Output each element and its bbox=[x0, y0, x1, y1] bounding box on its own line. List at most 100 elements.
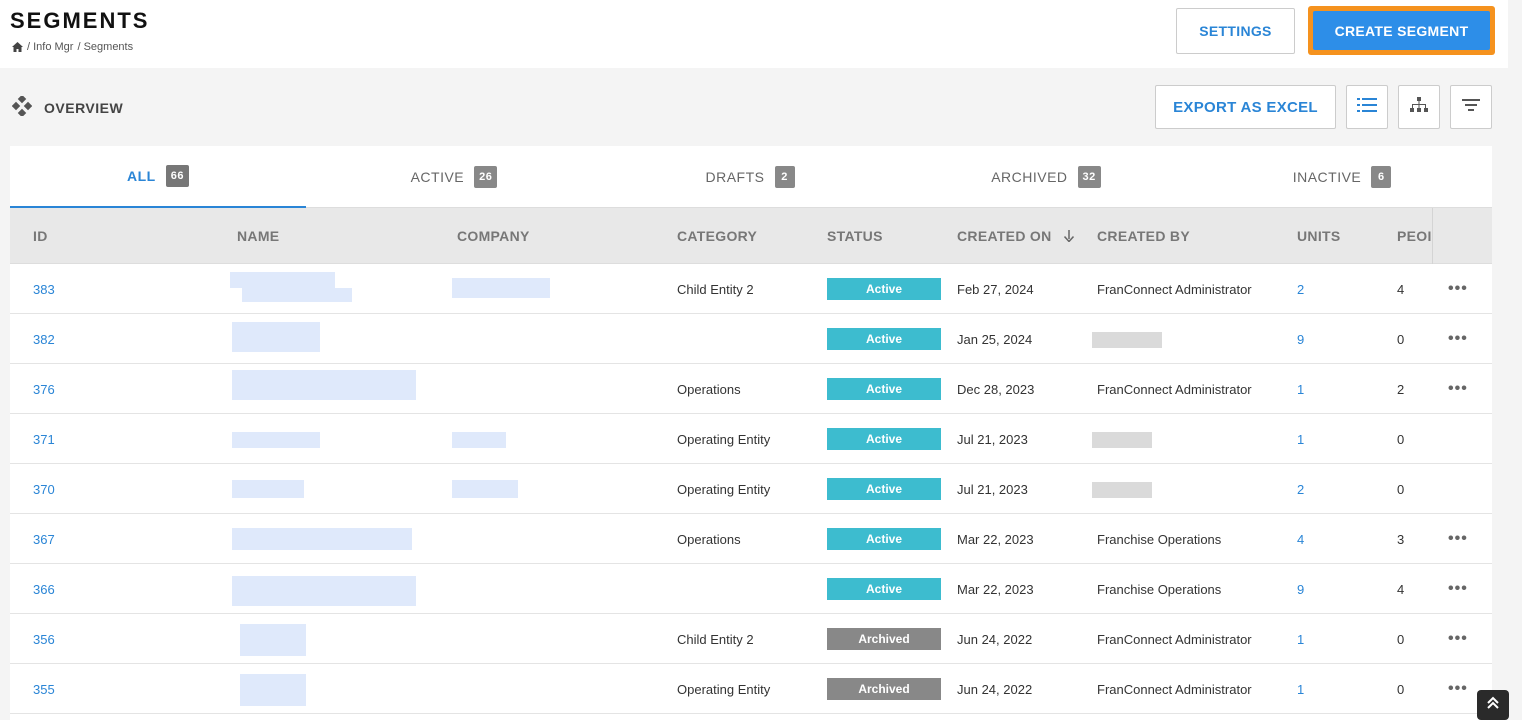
more-actions-icon[interactable]: ••• bbox=[1448, 664, 1468, 714]
tab-count-badge: 32 bbox=[1077, 166, 1101, 188]
status-badge: Archived bbox=[827, 628, 941, 650]
filter-button[interactable] bbox=[1450, 85, 1492, 129]
status-badge: Active bbox=[827, 328, 941, 350]
row-people: 0 bbox=[1397, 681, 1405, 697]
table-body: 383 Child Entity 2 Active Feb 27, 2024 F… bbox=[10, 264, 1492, 714]
row-created-by: FranConnect Administrator bbox=[1097, 381, 1252, 397]
redacted-name bbox=[232, 432, 320, 448]
tab-inactive[interactable]: INACTIVE 6 bbox=[1194, 146, 1490, 208]
status-badge: Active bbox=[827, 578, 941, 600]
row-units-link[interactable]: 2 bbox=[1297, 464, 1304, 514]
col-header-category[interactable]: CATEGORY bbox=[677, 208, 757, 264]
more-actions-icon[interactable]: ••• bbox=[1448, 364, 1468, 414]
table-row[interactable]: 371 Operating Entity Active Jul 21, 2023… bbox=[10, 414, 1492, 464]
row-category: Operating Entity bbox=[677, 481, 771, 497]
table-row[interactable]: 356 Child Entity 2 Archived Jun 24, 2022… bbox=[10, 614, 1492, 664]
scroll-to-top-button[interactable] bbox=[1477, 690, 1509, 720]
breadcrumb-info-mgr[interactable]: / Info Mgr bbox=[27, 41, 73, 53]
redacted-company bbox=[452, 480, 518, 498]
tab-count-badge: 26 bbox=[474, 166, 498, 188]
table-row[interactable]: 383 Child Entity 2 Active Feb 27, 2024 F… bbox=[10, 264, 1492, 314]
row-category: Child Entity 2 bbox=[677, 281, 754, 297]
row-units-link[interactable]: 1 bbox=[1297, 364, 1304, 414]
row-units-link[interactable]: 9 bbox=[1297, 564, 1304, 614]
settings-button[interactable]: SETTINGS bbox=[1176, 8, 1295, 54]
row-category: Operations bbox=[677, 531, 741, 547]
double-chevron-up-icon bbox=[1486, 696, 1500, 715]
table-header: ID NAME COMPANY CATEGORY STATUS CREATED … bbox=[10, 208, 1492, 264]
row-category: Operating Entity bbox=[677, 431, 771, 447]
col-header-status[interactable]: STATUS bbox=[827, 208, 883, 264]
row-units-link[interactable]: 1 bbox=[1297, 414, 1304, 464]
table-row[interactable]: 376 Operations Active Dec 28, 2023 FranC… bbox=[10, 364, 1492, 414]
sort-desc-icon[interactable] bbox=[1063, 230, 1074, 242]
row-units-link[interactable]: 1 bbox=[1297, 664, 1304, 714]
more-actions-icon[interactable]: ••• bbox=[1448, 264, 1468, 314]
redacted-company bbox=[452, 278, 550, 298]
row-people: 0 bbox=[1397, 481, 1405, 497]
list-view-button[interactable] bbox=[1346, 85, 1388, 129]
tab-archived[interactable]: ARCHIVED 32 bbox=[898, 146, 1194, 208]
col-header-id[interactable]: ID bbox=[33, 208, 48, 264]
col-header-created-on[interactable]: CREATED ON bbox=[957, 208, 1074, 264]
row-id-link[interactable]: 370 bbox=[33, 464, 55, 514]
create-segment-button[interactable]: CREATE SEGMENT bbox=[1313, 11, 1490, 50]
col-header-units[interactable]: UNITS bbox=[1297, 208, 1341, 264]
tab-all[interactable]: ALL 66 bbox=[10, 146, 306, 208]
row-id-link[interactable]: 366 bbox=[33, 564, 55, 614]
col-header-people[interactable]: PEOI bbox=[1397, 208, 1433, 264]
row-created-on: Jun 24, 2022 bbox=[957, 631, 1033, 647]
more-actions-icon[interactable]: ••• bbox=[1448, 514, 1468, 564]
table-row[interactable]: 382 Active Jan 25, 2024 9 0 ••• bbox=[10, 314, 1492, 364]
row-id-link[interactable]: 383 bbox=[33, 264, 55, 314]
tab-active[interactable]: ACTIVE 26 bbox=[306, 146, 602, 208]
col-header-created-by[interactable]: CREATED BY bbox=[1097, 208, 1190, 264]
row-category: Child Entity 2 bbox=[677, 631, 754, 647]
more-actions-icon[interactable]: ••• bbox=[1448, 314, 1468, 364]
row-created-by: FranConnect Administrator bbox=[1097, 631, 1252, 647]
row-id-link[interactable]: 367 bbox=[33, 514, 55, 564]
col-header-company[interactable]: COMPANY bbox=[457, 208, 530, 264]
overview-heading: OVERVIEW bbox=[11, 94, 123, 119]
tab-drafts[interactable]: DRAFTS 2 bbox=[602, 146, 898, 208]
row-created-on: Mar 22, 2023 bbox=[957, 531, 1034, 547]
row-id-link[interactable]: 376 bbox=[33, 364, 55, 414]
col-header-label: CREATED ON bbox=[957, 228, 1052, 244]
status-badge: Archived bbox=[827, 678, 941, 700]
segments-panel: ALL 66 ACTIVE 26 DRAFTS 2 ARCHIVED 32 IN… bbox=[10, 146, 1492, 720]
row-units-link[interactable]: 9 bbox=[1297, 314, 1304, 364]
home-icon[interactable] bbox=[12, 42, 23, 52]
row-units-link[interactable]: 2 bbox=[1297, 264, 1304, 314]
row-people: 4 bbox=[1397, 281, 1405, 297]
status-badge: Active bbox=[827, 278, 941, 300]
row-people: 2 bbox=[1397, 381, 1405, 397]
row-created-on: Dec 28, 2023 bbox=[957, 381, 1035, 397]
row-units-link[interactable]: 1 bbox=[1297, 614, 1304, 664]
table-row[interactable]: 367 Operations Active Mar 22, 2023 Franc… bbox=[10, 514, 1492, 564]
table-row[interactable]: 366 Active Mar 22, 2023 Franchise Operat… bbox=[10, 564, 1492, 614]
more-actions-icon[interactable]: ••• bbox=[1448, 614, 1468, 664]
row-created-on: Jul 21, 2023 bbox=[957, 481, 1028, 497]
more-actions-icon[interactable]: ••• bbox=[1448, 564, 1468, 614]
export-excel-button[interactable]: EXPORT AS EXCEL bbox=[1155, 85, 1336, 129]
tab-count-badge: 66 bbox=[165, 165, 189, 187]
tab-count-badge: 6 bbox=[1371, 166, 1392, 188]
row-category: Operations bbox=[677, 381, 741, 397]
hierarchy-view-button[interactable] bbox=[1398, 85, 1440, 129]
page-header: SEGMENTS / Info Mgr / Segments SETTINGS … bbox=[0, 0, 1508, 68]
table-row[interactable]: 370 Operating Entity Active Jul 21, 2023… bbox=[10, 464, 1492, 514]
status-badge: Active bbox=[827, 378, 941, 400]
redacted-created-by bbox=[1092, 482, 1152, 498]
col-header-name[interactable]: NAME bbox=[237, 208, 279, 264]
row-units-link[interactable]: 4 bbox=[1297, 514, 1304, 564]
tab-count-badge: 2 bbox=[774, 166, 795, 188]
row-id-link[interactable]: 356 bbox=[33, 614, 55, 664]
row-category: Operating Entity bbox=[677, 681, 771, 697]
row-id-link[interactable]: 382 bbox=[33, 314, 55, 364]
row-id-link[interactable]: 355 bbox=[33, 664, 55, 714]
row-created-on: Jul 21, 2023 bbox=[957, 431, 1028, 447]
row-people: 3 bbox=[1397, 531, 1405, 547]
table-row[interactable]: 355 Operating Entity Archived Jun 24, 20… bbox=[10, 664, 1492, 714]
page-title: SEGMENTS bbox=[10, 8, 150, 33]
row-id-link[interactable]: 371 bbox=[33, 414, 55, 464]
